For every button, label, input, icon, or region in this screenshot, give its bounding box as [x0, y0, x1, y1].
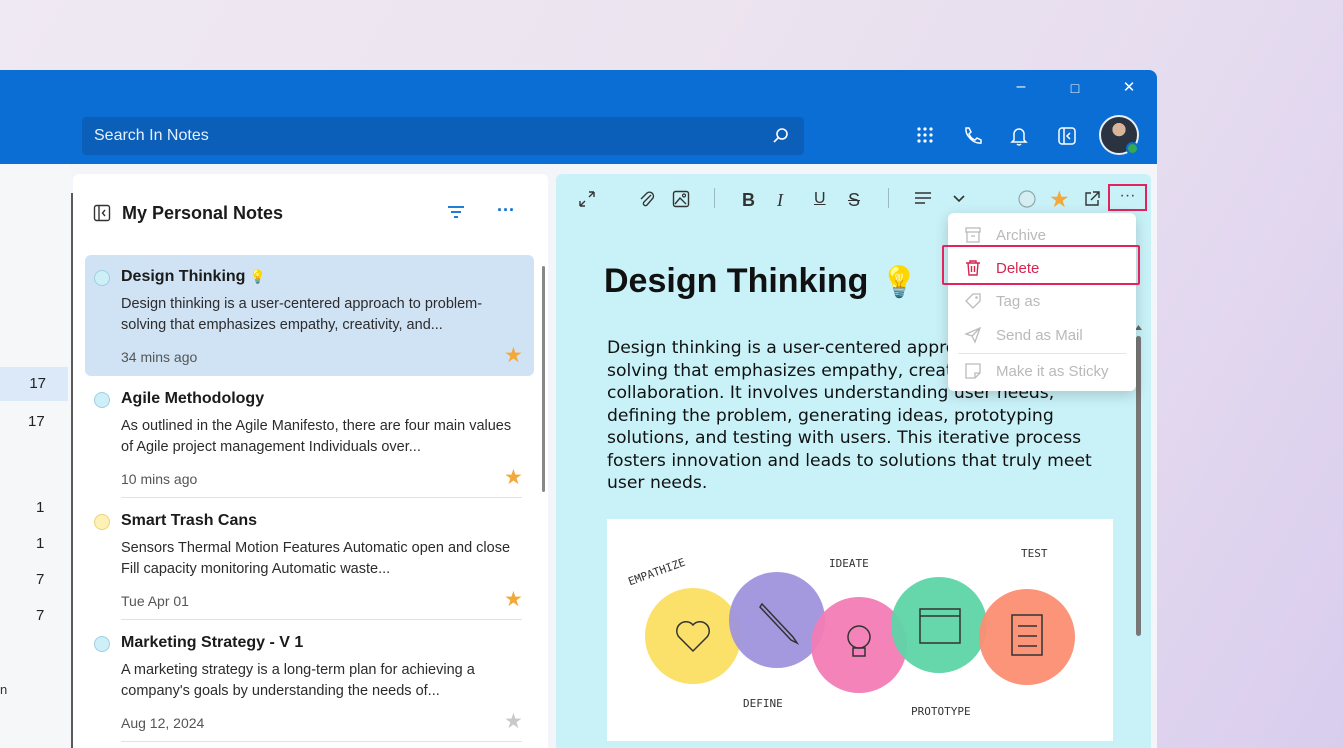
tag-icon — [964, 292, 984, 310]
note-item[interactable]: Smart Trash Cans Sensors Thermal Motion … — [85, 499, 534, 620]
presence-status-icon — [1126, 142, 1139, 155]
italic-button[interactable]: I — [777, 190, 783, 211]
star-icon[interactable]: ★ — [504, 343, 523, 368]
search-input[interactable]: Search In Notes — [82, 117, 804, 155]
strikethrough-button[interactable]: S — [848, 190, 860, 211]
left-navigation: 17 17 1 1 7 7 n — [0, 164, 70, 748]
menu-item-tag[interactable]: Tag as — [964, 285, 1134, 317]
note-preview: A marketing strategy is a long-term plan… — [121, 662, 475, 699]
menu-item-label: Make it as Sticky — [996, 362, 1109, 380]
underline-button[interactable]: U — [814, 190, 826, 208]
nav-label-fragment: n — [0, 682, 8, 697]
attachment-icon[interactable] — [638, 190, 656, 213]
test-circle — [979, 589, 1075, 685]
lightbulb-icon: 💡 — [880, 266, 918, 299]
star-icon[interactable]: ★ — [1049, 186, 1070, 213]
toolbar-divider — [714, 188, 715, 208]
menu-item-label: Send as Mail — [996, 326, 1083, 344]
note-timestamp: 34 mins ago — [121, 349, 198, 365]
prototype-circle — [891, 577, 987, 673]
note-item[interactable]: Agile Methodology As outlined in the Agi… — [85, 377, 534, 498]
illustration-label: DEFINE — [743, 697, 783, 710]
chevron-down-icon[interactable] — [952, 190, 966, 211]
list-scrollbar[interactable] — [542, 266, 545, 492]
maximize-button[interactable]: □ — [1065, 80, 1085, 96]
menu-item-label: Tag as — [996, 292, 1041, 310]
image-icon[interactable] — [672, 190, 690, 213]
note-context-menu: Archive Delete Tag as Send as Mail Make … — [942, 213, 1140, 391]
more-options-button[interactable]: ··· — [1108, 184, 1147, 211]
note-title: Design Thinking 💡 — [121, 268, 266, 285]
star-icon[interactable]: ★ — [504, 465, 523, 490]
menu-item-sticky[interactable]: Make it as Sticky — [964, 355, 1134, 387]
illustration-label: PROTOTYPE — [911, 705, 971, 718]
divider — [121, 497, 522, 498]
note-timestamp: Aug 12, 2024 — [121, 715, 205, 731]
menu-item-send-mail[interactable]: Send as Mail — [964, 319, 1134, 351]
illustration-label: EMPATHIZE — [626, 556, 686, 589]
star-icon[interactable]: ★ — [504, 587, 523, 612]
panel-icon[interactable] — [1057, 126, 1077, 146]
note-item[interactable]: Marketing Strategy - V 1 A marketing str… — [85, 621, 534, 742]
phone-icon[interactable] — [962, 126, 982, 146]
illustration-label: IDEATE — [829, 557, 869, 570]
send-icon — [964, 326, 984, 344]
note-timestamp: Tue Apr 01 — [121, 593, 189, 609]
bold-button[interactable]: B — [742, 190, 755, 211]
design-thinking-illustration: EMPATHIZE DEFINE IDEATE PROTOTYPE TEST — [607, 519, 1113, 741]
nav-count[interactable]: 7 — [36, 607, 44, 624]
note-title: Smart Trash Cans — [121, 512, 258, 529]
nav-count[interactable]: 17 — [28, 413, 45, 430]
note-color-dot — [94, 270, 110, 286]
note-item[interactable]: Design Thinking 💡 Design thinking is a us… — [85, 255, 534, 376]
bell-icon[interactable] — [1009, 126, 1029, 146]
open-external-icon[interactable] — [1083, 190, 1101, 213]
color-circle-icon[interactable] — [1017, 189, 1037, 214]
search-icon[interactable] — [772, 127, 790, 150]
nav-count[interactable]: 7 — [36, 571, 44, 588]
align-icon[interactable] — [914, 190, 932, 211]
ideate-circle — [811, 597, 907, 693]
divider — [121, 619, 522, 620]
note-timestamp: 10 mins ago — [121, 471, 198, 487]
grid-icon[interactable] — [916, 126, 936, 146]
nav-count[interactable]: 1 — [36, 535, 44, 552]
sticky-icon — [964, 362, 984, 380]
delete-highlight — [942, 245, 1140, 285]
nav-count[interactable]: 17 — [0, 367, 68, 401]
divider — [121, 741, 522, 742]
filter-icon[interactable] — [447, 204, 465, 225]
note-color-dot — [94, 392, 110, 408]
nav-count[interactable]: 1 — [36, 499, 44, 516]
menu-item-label: Archive — [996, 226, 1047, 244]
empathize-circle — [645, 588, 741, 684]
lightbulb-icon: 💡 — [249, 269, 266, 284]
note-color-dot — [94, 636, 110, 652]
minimize-button[interactable]: – — [1011, 78, 1031, 96]
star-icon[interactable]: ★ — [504, 709, 523, 734]
illustration-label: TEST — [1021, 547, 1048, 560]
note-title: Marketing Strategy - V 1 — [121, 634, 304, 651]
collapse-panel-icon[interactable] — [93, 204, 111, 227]
note-title-heading[interactable]: Design Thinking 💡 — [604, 262, 918, 301]
note-preview: Sensors Thermal Motion Features Automati… — [121, 540, 511, 577]
expand-icon[interactable] — [578, 190, 596, 213]
note-preview: Design thinking is a user-centered appro… — [121, 296, 483, 333]
note-preview: As outlined in the Agile Manifesto, ther… — [121, 418, 512, 455]
close-button[interactable]: ✕ — [1119, 78, 1139, 96]
toolbar-divider — [888, 188, 889, 208]
title-bar: – □ ✕ Search In Notes — [0, 70, 1157, 164]
search-placeholder: Search In Notes — [94, 127, 209, 144]
note-color-dot — [94, 514, 110, 530]
note-title: Agile Methodology — [121, 390, 265, 407]
notes-list-panel: My Personal Notes ··· Design Thinking 💡 D… — [73, 174, 548, 748]
archive-icon — [964, 226, 984, 244]
menu-divider — [958, 353, 1126, 354]
list-title: My Personal Notes — [122, 203, 284, 223]
list-more-button[interactable]: ··· — [497, 200, 515, 221]
